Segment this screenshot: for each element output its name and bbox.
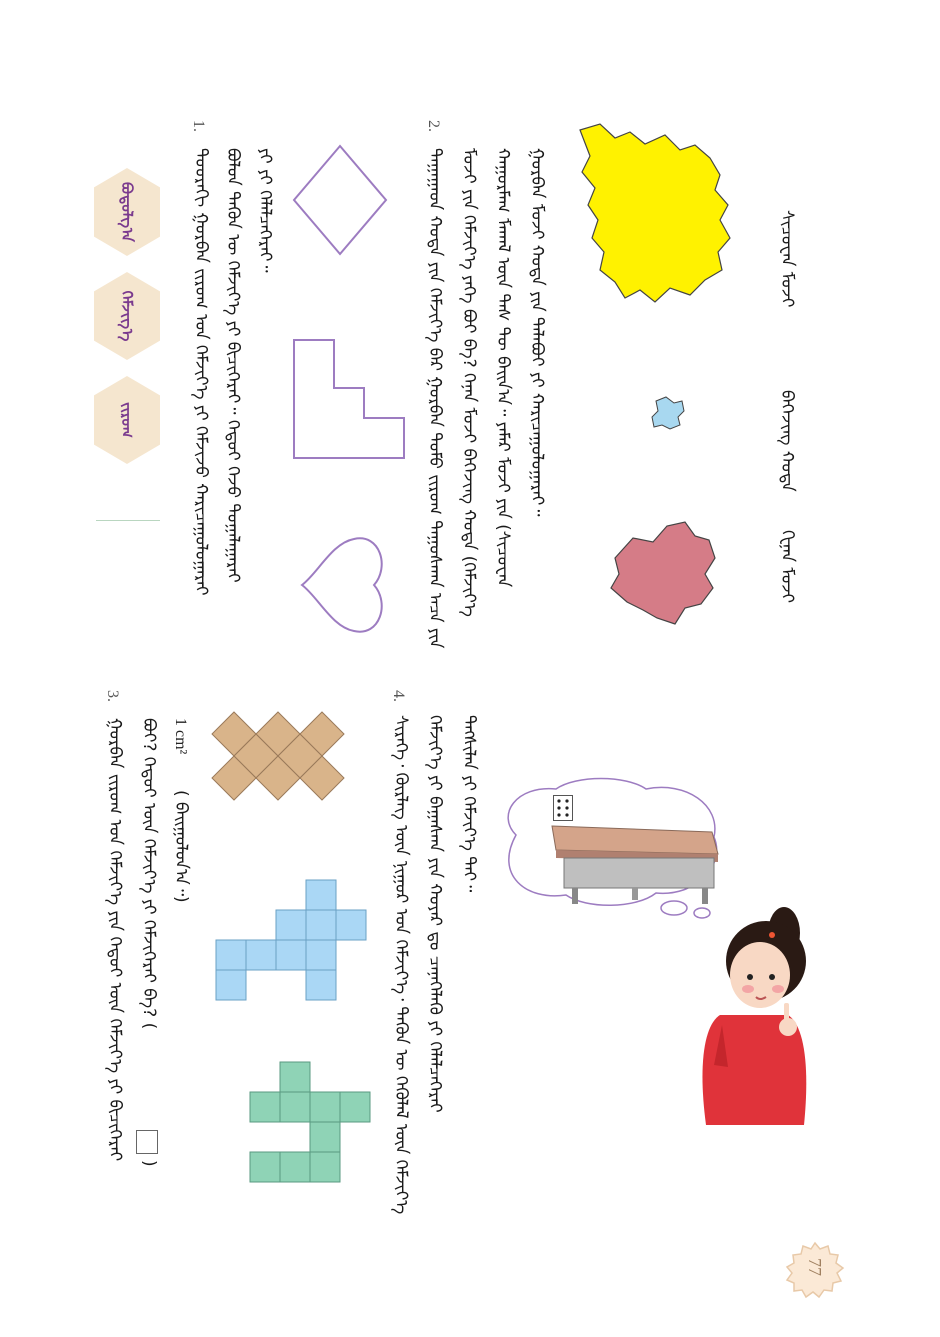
question-3-number: 3.	[104, 690, 121, 702]
desk-icon	[551, 825, 719, 904]
hex-button-3[interactable]: ᠵᠢᠷᠤᠭ	[94, 376, 160, 464]
playing-card-icon	[553, 795, 573, 821]
question-2-number: 2.	[425, 120, 442, 132]
question-3-line-2: ᠭᠤᠷᠪᠠᠨ ᠵᠢᠷᠤᠭ ᠤᠨ ᠬᠡᠮᠵᠢᠶ᠎ᠡ ᠶᠢᠨ ᠬᠡᠳᠦᠢ ᠦᠨ ᠬᠡ…	[105, 718, 125, 1162]
tan-diamond-tiles	[211, 711, 345, 801]
hex-button-2[interactable]: ᠬᠡᠮᠵᠢᠭ᠎ᠡ	[94, 272, 160, 360]
question-2-line-1: ᠭᠤᠷᠪᠠᠨ ᠮᠤᠵᠢ ᠬᠣᠲᠠ ᠶᠢᠨ ᠲᠠᠯᠠᠪᠤᠢ ᠶᠢ ᠬᠠᠷᠢᠴᠠᠭᠤ…	[527, 148, 547, 517]
map-henan	[610, 521, 716, 625]
girl-illustration	[702, 907, 807, 1125]
page-number: 77	[805, 1258, 825, 1276]
diamond-shape	[292, 144, 388, 256]
staircase-shape	[293, 339, 405, 459]
question-2-line-4: ᠳᠠᠭᠠᠭᠠᠳ ᠬᠣᠲᠠ ᠶᠢᠨ ᠬᠡᠮᠵᠢᠶ᠎ᠡ ᠪᠡᠷ ᠭᠤᠷᠪᠠᠨ ᠲᠤᠮ…	[425, 148, 445, 649]
map-label-sichuan: ᠰᠢᠴᠤᠸᠠᠨ ᠮᠤᠵᠢ	[777, 210, 797, 308]
map-sichuan	[579, 123, 731, 303]
question-4-number: 4.	[390, 690, 407, 702]
question-1-number: 1.	[190, 120, 207, 132]
map-label-beijing: ᠪᠡᠭᠡᠵᠢᠩ ᠬᠣᠲᠠ	[777, 390, 797, 492]
blue-square-tiles	[215, 879, 367, 1001]
question-4-line-1: ᠬᠡᠮᠵᠢᠶ᠎ᠡ ᠶᠢ ᠪᠠᠭᠠᠰᠬᠠ ᠶᠢᠨ ᠬᠣᠶᠠᠷ ᠳᠤ ᠴᠡᠨᠡᠭᠡᠯ…	[425, 715, 445, 1113]
question-3-line-1: ᠪᠤᠢ? ᠬᠡᠳᠦᠢ ᠦᠨ ᠬᠡᠮᠵᠢᠶ᠎ᠡ ᠶᠢ ᠬᠡᠮᠵᠢᠭᠡᠷᠡᠢ ᠪᠡ?…	[139, 718, 159, 1030]
question-4-line-2: ᠰᠢᠷᠡᠭᠡ᠂ ᠬᠦᠷᠯᠡᠭ ᠦᠨ ᠨᠢᠭᠤᠷ ᠤᠨ ᠬᠡᠮᠵᠢᠶ᠎ᠡ᠂ ᠲᠡᠭ…	[391, 715, 411, 1215]
answer-box[interactable]	[136, 1130, 158, 1154]
hex-button-1-label: ᠪᠣᠳᠣᠯᠭ᠎ᠠ	[118, 181, 136, 243]
hex-button-3-label: ᠵᠢᠷᠤᠭ	[118, 402, 136, 438]
map-beijing	[651, 396, 685, 430]
question-1-line-2: ᠪᠤᠯᠤᠨ ᠲᠡᠭᠦᠨ ᠦ ᠬᠡᠮᠵᠢᠶ᠎ᠡ ᠶᠢ ᠪᠢᠴᠢᠭᠡᠷᠡᠢ᠃ ᠬᠡᠳ…	[223, 148, 243, 583]
map-label-henan: ᠬᠧᠨᠠᠨ ᠮᠤᠵᠢ	[777, 530, 797, 603]
question-2-line-3: ᠮᠤᠵᠢ ᠶᠢᠨ ᠬᠡᠮᠵᠢᠶ᠎ᠡ ᠶᠡᠬᠡ ᠪᠤᠢ ᠪᠡ? ᠬᠡᠨᠠᠨ ᠮᠤᠵ…	[459, 148, 479, 617]
answer-box-suffix: )	[139, 1160, 159, 1168]
question-4-line-3: ᠲᠡᠭᠰᠢᠯᠡᠨ ᠶᠢ ᠬᠡᠮᠵᠢᠶ᠎ᠡ ᠲᠠᠢ᠃	[459, 715, 479, 893]
heart-shape	[300, 537, 383, 633]
hex-button-2-label: ᠬᠡᠮᠵᠢᠭ᠎ᠡ	[118, 290, 136, 342]
unit-suffix: ( ᠪᠠᠢᠭᠤᠯᠤᠨ᠎ᠠ᠃)	[171, 790, 191, 903]
question-2-line-2: ᠬᠠᠭᠤᠷᠮᠠᠭ ᠮᠠᠬᠠᠯ ᠦᠨ ᠳᠡᠰ ᠲᠦ ᠪᠠᠢᠨ᠎ᠠ᠃ ᠶᠠᠮᠠᠷ ᠮ…	[493, 148, 513, 588]
hex-button-1[interactable]: ᠪᠣᠳᠣᠯᠭ᠎ᠠ	[94, 168, 160, 256]
unit-label: 1 cm²	[172, 718, 189, 755]
divider	[96, 520, 160, 521]
question-1-line-1: ᠳᠣᠣᠷᠠᠬᠢ ᠭᠤᠷᠪᠠᠨ ᠵᠢᠷᠤᠭ ᠤᠨ ᠬᠡᠮᠵᠢᠶ᠎ᠡ ᠶᠢ ᠬᠡᠮᠵ…	[191, 148, 211, 596]
green-square-tiles	[249, 1061, 371, 1183]
question-1-line-3: ᠶᠢ ᠶᠢ ᠬᠡᠯᠡᠯᠴᠡᠭᠡᠷᠡᠢ᠃	[255, 148, 275, 273]
